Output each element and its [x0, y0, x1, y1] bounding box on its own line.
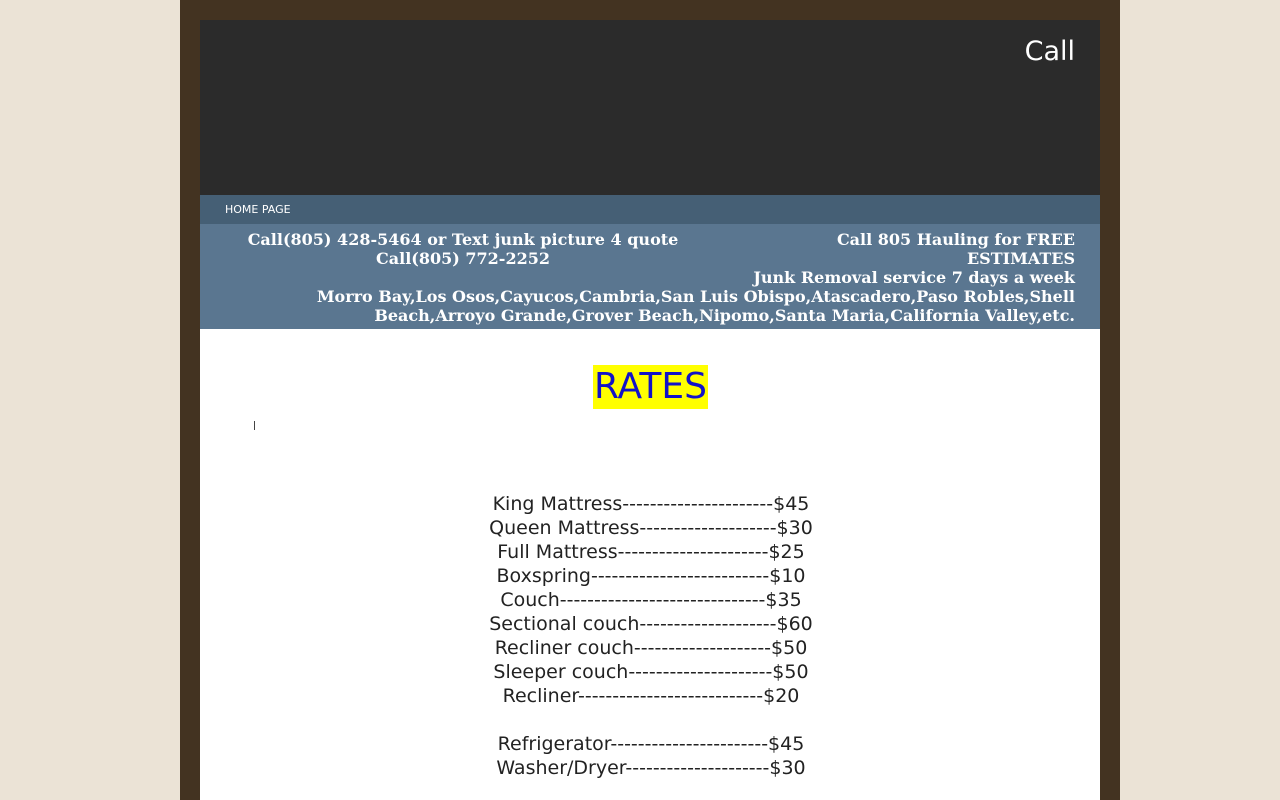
page-frame: Call HOME PAGE Call(805) 428-5464 or Tex…	[180, 0, 1120, 800]
rate-list-spacer	[400, 708, 902, 732]
service-area-towns: Morro Bay,Los Osos,Cayucos,Cambria,San L…	[316, 287, 1075, 325]
rate-item: Recliner couch--------------------$50	[494, 637, 808, 659]
phone-line-2: Call(805) 772-2252	[376, 249, 550, 268]
site-header: Call	[200, 20, 1100, 195]
rate-item: Sectional couch--------------------$60	[489, 613, 813, 635]
phone-line-1: Call(805) 428-5464 or Text junk picture …	[247, 230, 679, 249]
nav-bar: HOME PAGE	[200, 195, 1100, 224]
rate-item: Full Mattress----------------------$25	[497, 541, 805, 563]
rate-item: Queen Mattress--------------------$30	[489, 517, 813, 539]
rate-item: Boxspring--------------------------$10	[496, 565, 806, 587]
contact-info-bar: Call(805) 428-5464 or Text junk picture …	[200, 224, 1100, 329]
rate-item: Sleeper couch---------------------$50	[493, 661, 809, 683]
phone-info: Call(805) 428-5464 or Text junk picture …	[200, 230, 726, 268]
rate-item: Refrigerator-----------------------$45	[497, 733, 805, 755]
rates-list: King Mattress----------------------$45 Q…	[400, 492, 902, 780]
estimate-line-1: Call 805 Hauling for FREE ESTIMATES	[836, 230, 1075, 268]
rate-item: Recliner---------------------------$20	[502, 685, 800, 707]
rate-item: Washer/Dryer---------------------$30	[496, 757, 806, 779]
text-cursor-mark	[254, 421, 255, 430]
estimate-info: Call 805 Hauling for FREE ESTIMATES Junk…	[730, 230, 1075, 287]
nav-home-link[interactable]: HOME PAGE	[225, 203, 291, 217]
header-call-text: Call	[1024, 36, 1075, 67]
estimate-line-2: Junk Removal service 7 days a week	[753, 268, 1075, 287]
rate-item: King Mattress----------------------$45	[492, 493, 810, 515]
rate-item: Couch------------------------------$35	[500, 589, 802, 611]
page-content: Call HOME PAGE Call(805) 428-5464 or Tex…	[200, 20, 1100, 800]
rates-heading: RATES	[593, 365, 708, 409]
